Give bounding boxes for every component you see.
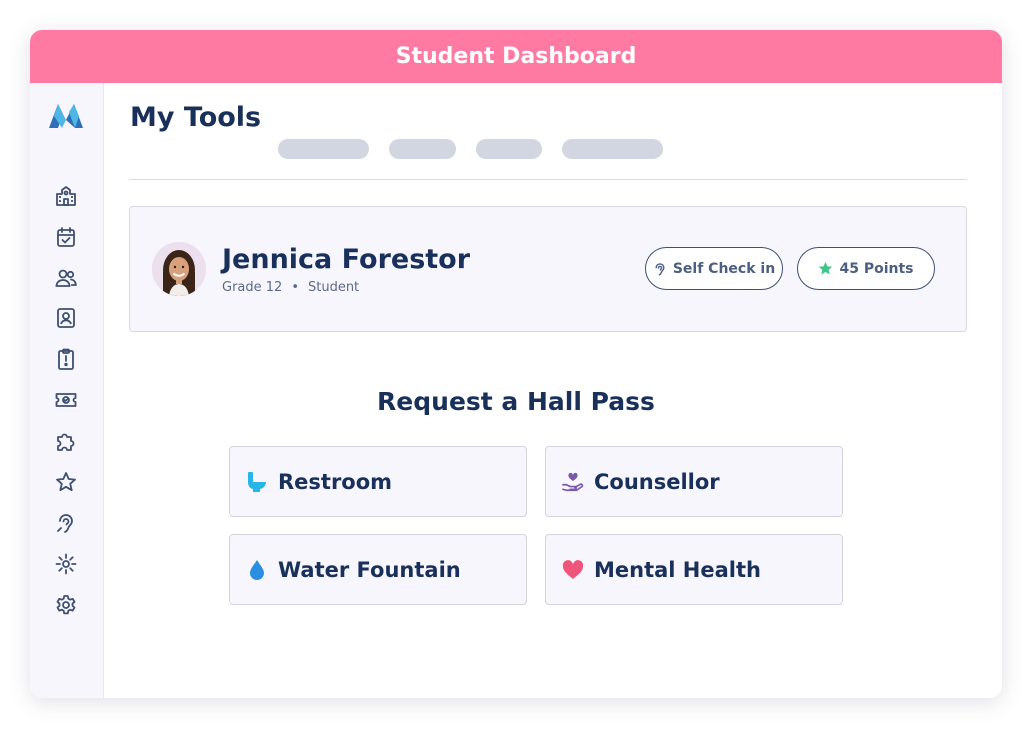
dashboard-window: Student Dashboard My Tools Jennica Fores… (30, 30, 1002, 698)
user-grade: Grade 12 (222, 280, 283, 295)
ticket-icon[interactable] (54, 388, 78, 412)
tool-tab-placeholder[interactable] (562, 139, 663, 159)
counsellor-button[interactable]: Counsellor (545, 446, 843, 517)
heart-icon (562, 559, 584, 581)
divider (129, 179, 967, 180)
hall-pass-title: Request a Hall Pass (377, 387, 655, 416)
heart-hand-icon (562, 471, 584, 493)
ear-icon (655, 262, 665, 275)
users-icon[interactable] (54, 266, 78, 290)
points-label: 45 Points (839, 260, 914, 277)
user-role: Student (307, 280, 360, 295)
star-icon (819, 262, 833, 275)
mental-health-button[interactable]: Mental Health (545, 534, 843, 605)
tool-tab-placeholder[interactable] (278, 139, 369, 159)
gear-icon[interactable] (54, 593, 78, 617)
avatar (152, 242, 206, 296)
tool-tab-placeholder[interactable] (476, 139, 542, 159)
star-icon[interactable] (54, 470, 78, 494)
restroom-button[interactable]: Restroom (229, 446, 527, 517)
water-drop-icon (246, 559, 268, 581)
user-name: Jennica Forestor (222, 244, 471, 275)
water-fountain-button[interactable]: Water Fountain (229, 534, 527, 605)
sidebar (30, 83, 104, 698)
calendar-check-icon[interactable] (54, 225, 78, 249)
profile-card: Jennica Forestor Grade 12 • Student Self… (129, 206, 967, 332)
school-icon[interactable] (54, 184, 78, 208)
user-meta: Grade 12 • Student (222, 280, 359, 295)
window-title: Student Dashboard (30, 30, 1002, 83)
brand-m-logo[interactable] (49, 102, 83, 128)
ear-icon[interactable] (54, 511, 78, 535)
water-fountain-label: Water Fountain (278, 557, 461, 582)
meta-separator: • (291, 280, 299, 295)
burst-icon[interactable] (54, 552, 78, 576)
tool-tab-placeholder[interactable] (389, 139, 456, 159)
page-title: My Tools (130, 102, 262, 133)
main-content: My Tools Jennica Forestor Grade 12 • Stu… (104, 83, 1002, 698)
self-check-in-label: Self Check in (672, 260, 776, 277)
points-button[interactable]: 45 Points (797, 247, 935, 290)
toilet-icon (246, 471, 268, 493)
contact-card-icon[interactable] (54, 306, 78, 330)
counsellor-label: Counsellor (594, 469, 720, 494)
restroom-label: Restroom (278, 469, 393, 494)
clipboard-icon[interactable] (54, 347, 78, 371)
puzzle-icon[interactable] (54, 429, 78, 453)
mental-health-label: Mental Health (594, 557, 761, 582)
self-check-in-button[interactable]: Self Check in (645, 247, 783, 290)
